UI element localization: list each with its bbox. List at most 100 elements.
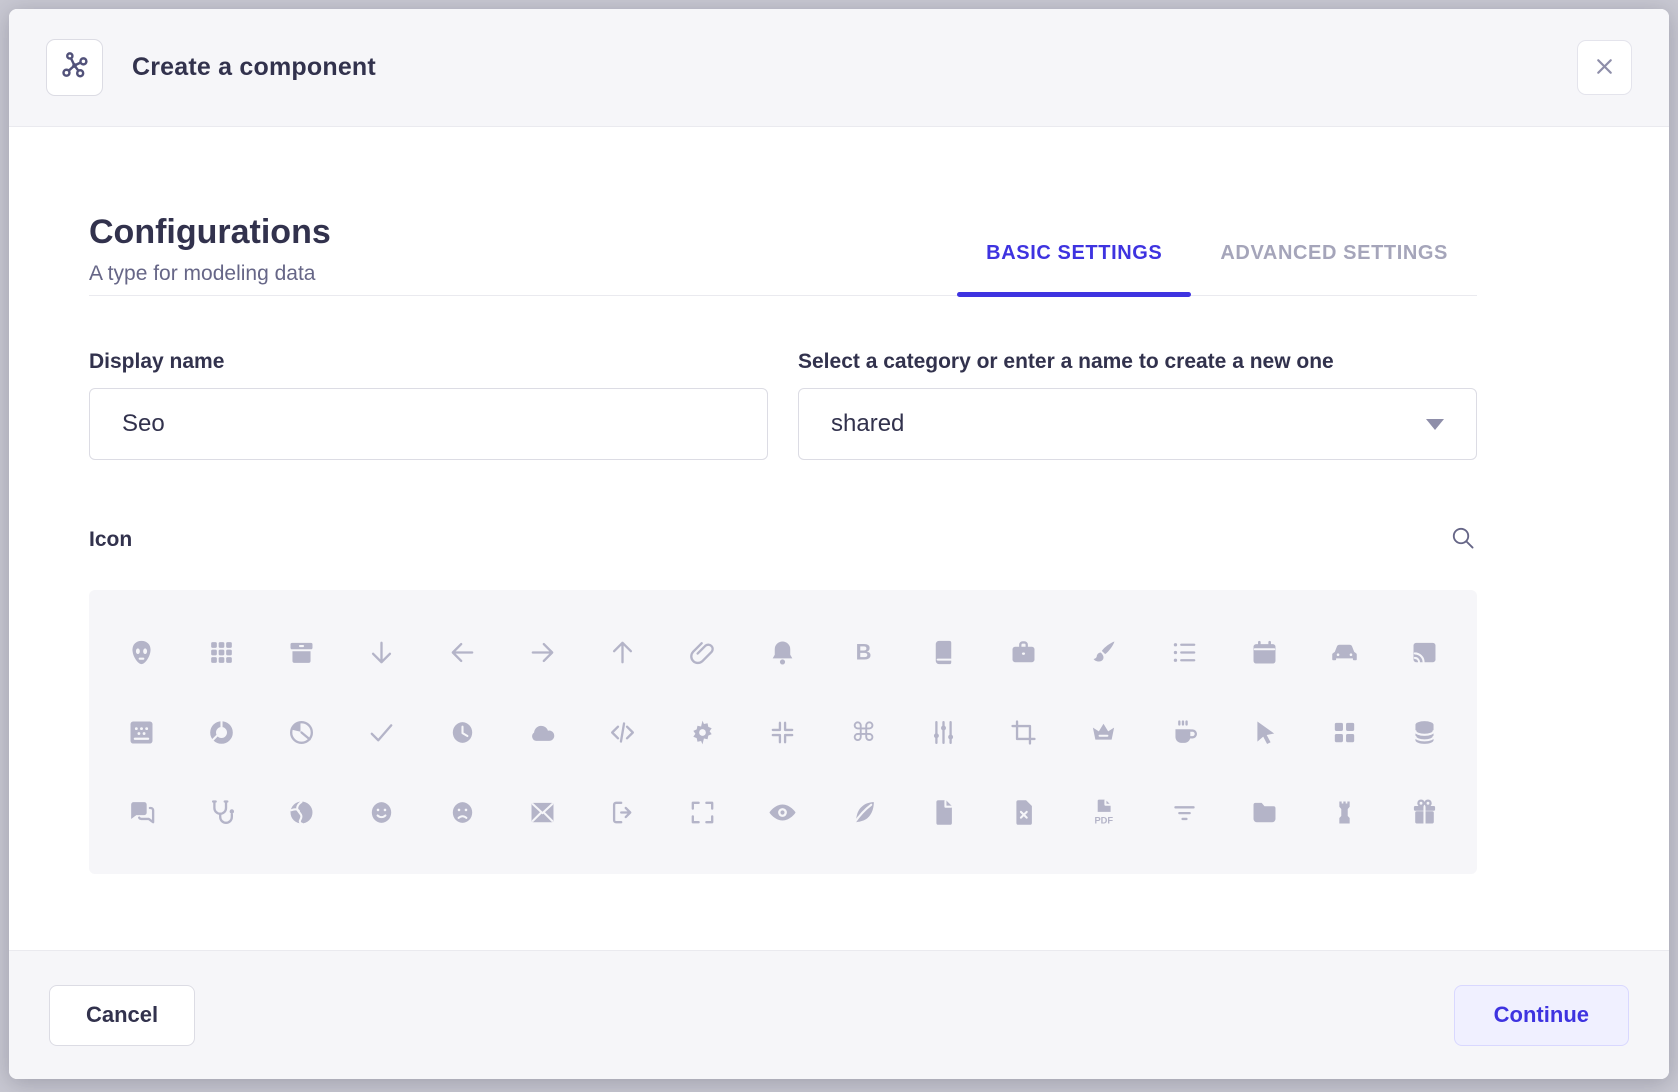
icon-option-bell[interactable] xyxy=(743,612,823,692)
castle-tower-icon xyxy=(1329,797,1360,828)
search-icon xyxy=(1449,524,1477,555)
cancel-button[interactable]: Cancel xyxy=(49,985,195,1046)
page-subtitle: A type for modeling data xyxy=(89,262,331,286)
icon-option-envelope[interactable] xyxy=(502,772,582,852)
icon-option-feather[interactable] xyxy=(823,772,903,852)
icon-label: Icon xyxy=(89,528,132,552)
icon-option-sign-out[interactable] xyxy=(582,772,662,852)
icon-option-globe[interactable] xyxy=(261,772,341,852)
icon-option-archive-box[interactable] xyxy=(261,612,341,692)
icon-option-cloud[interactable] xyxy=(502,692,582,772)
settings-tabs: BASIC SETTINGS ADVANCED SETTINGS xyxy=(957,242,1477,295)
paintbrush-icon xyxy=(1088,637,1119,668)
icon-option-code[interactable] xyxy=(582,692,662,772)
expand-corners-icon xyxy=(687,797,718,828)
icon-search-button[interactable] xyxy=(1449,524,1477,555)
create-component-modal: Create a component Configurations A type… xyxy=(9,9,1669,1079)
modal-footer: Cancel Continue xyxy=(9,950,1669,1079)
icon-option-eye[interactable] xyxy=(743,772,823,852)
folder-icon xyxy=(1249,797,1280,828)
icon-option-crop[interactable] xyxy=(984,692,1064,772)
svg-text:PDF: PDF xyxy=(1095,815,1114,825)
envelope-icon xyxy=(527,797,558,828)
tab-basic-settings[interactable]: BASIC SETTINGS xyxy=(957,242,1191,295)
icon-option-grid-apps[interactable] xyxy=(181,612,261,692)
icon-option-bullet-list[interactable] xyxy=(1144,612,1224,692)
bell-icon xyxy=(767,637,798,668)
icon-option-collapse-arrows[interactable] xyxy=(743,692,823,772)
chat-bubbles-icon xyxy=(126,797,157,828)
database-icon xyxy=(1409,717,1440,748)
svg-text:⌘: ⌘ xyxy=(850,717,876,747)
icon-option-gift[interactable] xyxy=(1385,772,1465,852)
category-select[interactable]: shared xyxy=(798,388,1477,460)
icon-option-chat-bubbles[interactable] xyxy=(101,772,181,852)
icon-option-pie-chart[interactable] xyxy=(261,692,341,772)
code-icon xyxy=(607,717,638,748)
icon-option-dot-matrix[interactable] xyxy=(101,692,181,772)
icon-option-file[interactable] xyxy=(903,772,983,852)
icon-option-donut-chart[interactable] xyxy=(181,692,261,772)
icon-option-book[interactable] xyxy=(903,612,983,692)
icon-option-arrow-right[interactable] xyxy=(502,612,582,692)
icon-option-arrow-down[interactable] xyxy=(342,612,422,692)
icon-option-briefcase[interactable] xyxy=(984,612,1064,692)
close-button[interactable] xyxy=(1577,40,1632,95)
icon-option-gear[interactable] xyxy=(663,692,743,772)
icon-option-expand-corners[interactable] xyxy=(663,772,743,852)
paperclip-icon xyxy=(687,637,718,668)
command-icon: ⌘ xyxy=(848,717,879,748)
briefcase-icon xyxy=(1008,637,1039,668)
icon-option-command[interactable]: ⌘ xyxy=(823,692,903,772)
icon-option-folder[interactable] xyxy=(1224,772,1304,852)
icon-option-happy-face[interactable] xyxy=(342,772,422,852)
tab-advanced-settings[interactable]: ADVANCED SETTINGS xyxy=(1191,242,1477,295)
icon-option-bold[interactable]: B xyxy=(823,612,903,692)
icon-option-database[interactable] xyxy=(1385,692,1465,772)
arrow-right-icon xyxy=(527,637,558,668)
gear-icon xyxy=(687,717,718,748)
icon-option-coffee-cup[interactable] xyxy=(1144,692,1224,772)
icon-option-car[interactable] xyxy=(1305,612,1385,692)
icon-option-arrow-left[interactable] xyxy=(422,612,502,692)
stethoscope-icon xyxy=(206,797,237,828)
crop-icon xyxy=(1008,717,1039,748)
icon-option-file-pdf[interactable]: PDF xyxy=(1064,772,1144,852)
bold-icon: B xyxy=(848,637,879,668)
icon-option-arrow-up[interactable] xyxy=(582,612,662,692)
icon-option-clock[interactable] xyxy=(422,692,502,772)
grid-apps-icon xyxy=(206,637,237,668)
eye-icon xyxy=(767,797,798,828)
sign-out-icon xyxy=(607,797,638,828)
icon-section-header: Icon xyxy=(89,524,1477,555)
modal-title: Create a component xyxy=(132,53,376,82)
icon-option-calendar[interactable] xyxy=(1224,612,1304,692)
bullet-list-icon xyxy=(1169,637,1200,668)
crown-icon xyxy=(1088,717,1119,748)
icon-option-file-x[interactable] xyxy=(984,772,1064,852)
icon-option-checkmark[interactable] xyxy=(342,692,422,772)
icon-option-sad-face[interactable] xyxy=(422,772,502,852)
alien-icon xyxy=(126,637,157,668)
icon-option-paintbrush[interactable] xyxy=(1064,612,1144,692)
display-name-input[interactable] xyxy=(89,388,768,460)
file-pdf-icon: PDF xyxy=(1088,797,1119,828)
icon-option-castle-tower[interactable] xyxy=(1305,772,1385,852)
icon-option-grid-2x2[interactable] xyxy=(1305,692,1385,772)
calendar-icon xyxy=(1249,637,1280,668)
icon-option-cursor-pointer[interactable] xyxy=(1224,692,1304,772)
icon-option-paperclip[interactable] xyxy=(663,612,743,692)
coffee-cup-icon xyxy=(1169,717,1200,748)
icon-option-alien[interactable] xyxy=(101,612,181,692)
continue-button[interactable]: Continue xyxy=(1454,985,1629,1046)
icon-option-sliders[interactable] xyxy=(903,692,983,772)
icon-option-stethoscope[interactable] xyxy=(181,772,261,852)
icon-option-filter-lines[interactable] xyxy=(1144,772,1224,852)
configurations-header: Configurations A type for modeling data xyxy=(89,213,331,295)
close-icon xyxy=(1592,54,1617,82)
icon-option-crown[interactable] xyxy=(1064,692,1144,772)
filter-lines-icon xyxy=(1169,797,1200,828)
icon-option-cast[interactable] xyxy=(1385,612,1465,692)
file-x-icon xyxy=(1008,797,1039,828)
icon-grid: B ⌘ PDF xyxy=(89,590,1477,874)
